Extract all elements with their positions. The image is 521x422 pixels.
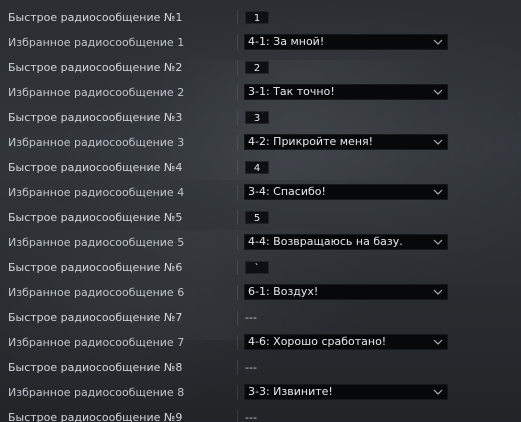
dropdown-selected-value: 4-2: Прикройте меня! [248, 135, 374, 148]
quick-message-row[interactable]: Быстрое радиосообщение №3 3 [0, 105, 521, 130]
dropdown-selected-value: 4-4: Возвращаюсь на базу. [248, 235, 403, 248]
column-divider [237, 35, 238, 50]
chevron-down-icon[interactable] [433, 138, 443, 146]
dropdown-selected-value: 4-6: Хорошо сработано! [248, 335, 387, 348]
column-divider [237, 160, 238, 175]
column-divider [237, 235, 238, 250]
favorite-message-row[interactable]: Избранное радиосообщение 8 3-3: Извините! [0, 380, 521, 405]
hotkey-unassigned[interactable]: --- [245, 305, 257, 330]
hotkey-unassigned[interactable]: --- [245, 405, 257, 422]
column-divider [237, 210, 238, 225]
dropdown-selected-value: 4-1: За мной! [248, 35, 325, 48]
quick-message-row[interactable]: Быстрое радиосообщение №1 1 [0, 5, 521, 30]
message-dropdown[interactable]: 4-1: За мной! [244, 34, 448, 50]
chevron-down-icon[interactable] [433, 88, 443, 96]
favorite-message-label: Избранное радиосообщение 4 [8, 186, 185, 199]
favorite-message-row[interactable]: Избранное радиосообщение 1 4-1: За мной! [0, 30, 521, 55]
column-divider [237, 10, 238, 25]
favorite-message-label: Избранное радиосообщение 7 [8, 336, 185, 349]
chevron-down-icon[interactable] [433, 288, 443, 296]
dropdown-selected-value: 6-1: Воздух! [248, 285, 319, 298]
hotkey-field[interactable]: ` [245, 261, 269, 274]
chevron-down-icon[interactable] [433, 238, 443, 246]
quick-message-label: Быстрое радиосообщение №7 [8, 311, 183, 324]
hotkey-field[interactable]: 4 [245, 161, 269, 174]
column-divider [237, 85, 238, 100]
favorite-message-label: Избранное радиосообщение 5 [8, 236, 185, 249]
message-dropdown[interactable]: 4-4: Возвращаюсь на базу. [244, 234, 448, 250]
message-dropdown[interactable]: 4-6: Хорошо сработано! [244, 334, 448, 350]
column-divider [237, 135, 238, 150]
quick-message-label: Быстрое радиосообщение №5 [8, 211, 183, 224]
column-divider [237, 110, 238, 125]
favorite-message-row[interactable]: Избранное радиосообщение 2 3-1: Так точно… [0, 80, 521, 105]
quick-message-row[interactable]: Быстрое радиосообщение №8 --- [0, 355, 521, 380]
favorite-message-row[interactable]: Избранное радиосообщение 4 3-4: Спасибо! [0, 180, 521, 205]
column-divider [237, 185, 238, 200]
favorite-message-label: Избранное радиосообщение 8 [8, 386, 185, 399]
column-divider [237, 360, 238, 375]
favorite-message-row[interactable]: Избранное радиосообщение 5 4-4: Возвращаю… [0, 230, 521, 255]
quick-message-label: Быстрое радиосообщение №8 [8, 361, 183, 374]
dropdown-selected-value: 3-4: Спасибо! [248, 185, 326, 198]
quick-message-row[interactable]: Быстрое радиосообщение №2 2 [0, 55, 521, 80]
quick-message-row[interactable]: Быстрое радиосообщение №4 4 [0, 155, 521, 180]
favorite-message-label: Избранное радиосообщение 1 [8, 36, 185, 49]
hotkey-field[interactable]: 5 [245, 211, 269, 224]
column-divider [237, 335, 238, 350]
column-divider [237, 260, 238, 275]
quick-message-label: Быстрое радиосообщение №9 [8, 411, 183, 422]
column-divider [237, 385, 238, 400]
quick-message-row[interactable]: Быстрое радиосообщение №9 --- [0, 405, 521, 422]
message-dropdown[interactable]: 4-2: Прикройте меня! [244, 134, 448, 150]
column-divider [237, 285, 238, 300]
quick-message-row[interactable]: Быстрое радиосообщение №7 --- [0, 305, 521, 330]
chevron-down-icon[interactable] [433, 38, 443, 46]
quick-message-label: Быстрое радиосообщение №2 [8, 61, 183, 74]
favorite-message-row[interactable]: Избранное радиосообщение 3 4-2: Прикройте… [0, 130, 521, 155]
message-dropdown[interactable]: 6-1: Воздух! [244, 284, 448, 300]
dropdown-selected-value: 3-1: Так точно! [248, 85, 335, 98]
hotkey-field[interactable]: 1 [245, 11, 269, 24]
column-divider [237, 310, 238, 325]
quick-message-label: Быстрое радиосообщение №1 [8, 11, 183, 24]
favorite-message-label: Избранное радиосообщение 3 [8, 136, 185, 149]
dropdown-selected-value: 3-3: Извините! [248, 385, 333, 398]
column-divider [237, 410, 238, 422]
quick-message-label: Быстрое радиосообщение №6 [8, 261, 183, 274]
chevron-down-icon[interactable] [433, 188, 443, 196]
quick-message-row[interactable]: Быстрое радиосообщение №5 5 [0, 205, 521, 230]
chevron-down-icon[interactable] [433, 388, 443, 396]
hotkey-field[interactable]: 2 [245, 61, 269, 74]
message-dropdown[interactable]: 3-3: Извините! [244, 384, 448, 400]
hotkey-field[interactable]: 3 [245, 111, 269, 124]
quick-message-row[interactable]: Быстрое радиосообщение №6 ` [0, 255, 521, 280]
favorite-message-label: Избранное радиосообщение 2 [8, 86, 185, 99]
quick-message-label: Быстрое радиосообщение №3 [8, 111, 183, 124]
radio-message-settings-list: Быстрое радиосообщение №1 1 Избранное ради… [0, 5, 521, 422]
message-dropdown[interactable]: 3-4: Спасибо! [244, 184, 448, 200]
favorite-message-label: Избранное радиосообщение 6 [8, 286, 185, 299]
chevron-down-icon[interactable] [433, 338, 443, 346]
favorite-message-row[interactable]: Избранное радиосообщение 6 6-1: Воздух! [0, 280, 521, 305]
message-dropdown[interactable]: 3-1: Так точно! [244, 84, 448, 100]
quick-message-label: Быстрое радиосообщение №4 [8, 161, 183, 174]
column-divider [237, 60, 238, 75]
favorite-message-row[interactable]: Избранное радиосообщение 7 4-6: Хорошо ср… [0, 330, 521, 355]
hotkey-unassigned[interactable]: --- [245, 355, 257, 380]
